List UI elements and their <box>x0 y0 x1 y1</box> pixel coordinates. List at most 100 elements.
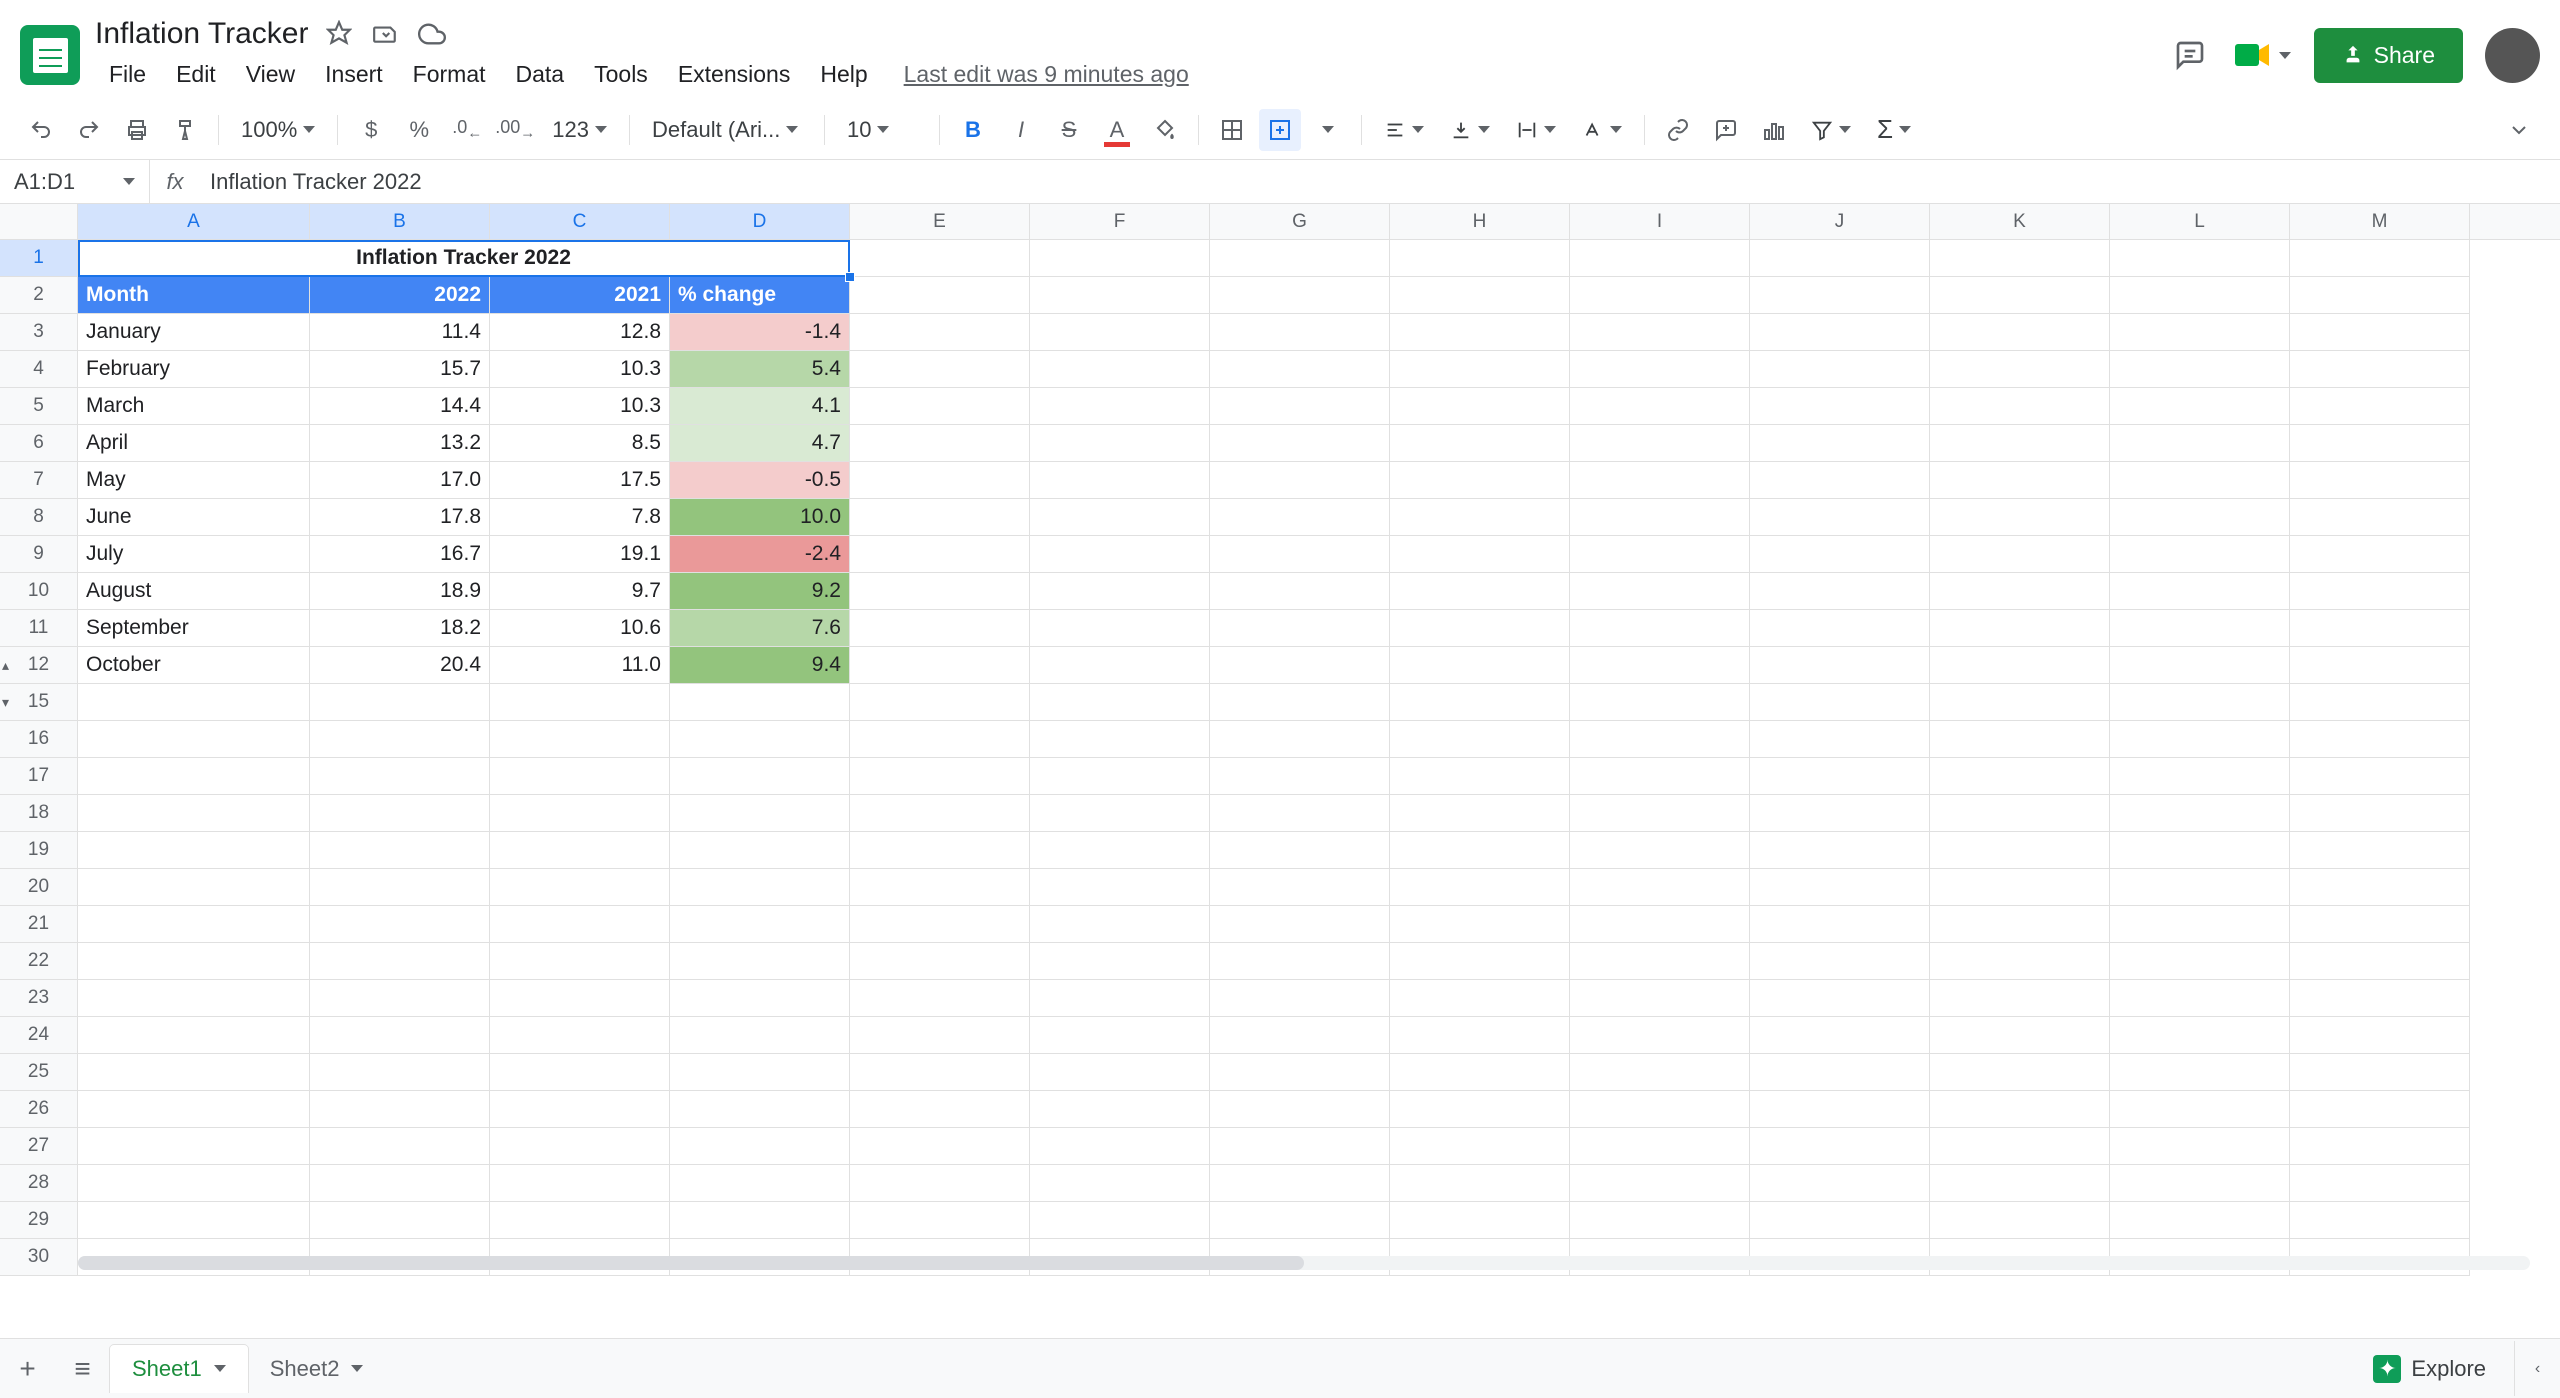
cell[interactable] <box>2290 1017 2470 1054</box>
cell[interactable] <box>1030 684 1210 721</box>
row-header-6[interactable]: 6 <box>0 425 77 462</box>
cell[interactable] <box>850 425 1030 462</box>
cell[interactable] <box>1750 980 1930 1017</box>
header-2021[interactable]: 2021 <box>490 277 670 314</box>
cell[interactable] <box>2290 832 2470 869</box>
horizontal-align-dropdown[interactable] <box>1374 109 1434 151</box>
insert-link-button[interactable] <box>1657 109 1699 151</box>
cell[interactable] <box>850 906 1030 943</box>
cell[interactable] <box>1750 1202 1930 1239</box>
menu-extensions[interactable]: Extensions <box>664 55 805 94</box>
cell[interactable] <box>1930 1202 2110 1239</box>
menu-tools[interactable]: Tools <box>580 55 662 94</box>
cell[interactable] <box>310 980 490 1017</box>
menu-help[interactable]: Help <box>806 55 881 94</box>
cell[interactable] <box>1210 314 1390 351</box>
cell[interactable] <box>1930 314 2110 351</box>
cell[interactable] <box>850 1091 1030 1128</box>
cell[interactable] <box>310 832 490 869</box>
cell[interactable] <box>2290 351 2470 388</box>
merge-dropdown[interactable] <box>1307 109 1349 151</box>
cell[interactable] <box>1390 980 1570 1017</box>
cell[interactable] <box>1570 499 1750 536</box>
select-all-corner[interactable] <box>0 204 78 240</box>
row-header-15[interactable]: 15▾ <box>0 684 77 721</box>
cell[interactable] <box>850 314 1030 351</box>
cell[interactable] <box>78 869 310 906</box>
account-avatar[interactable] <box>2485 28 2540 83</box>
cell[interactable] <box>1210 943 1390 980</box>
text-wrap-dropdown[interactable] <box>1506 109 1566 151</box>
cell[interactable] <box>1390 462 1570 499</box>
cell[interactable] <box>2110 1054 2290 1091</box>
cell[interactable] <box>1390 869 1570 906</box>
cell[interactable] <box>850 943 1030 980</box>
cell[interactable] <box>1570 610 1750 647</box>
all-sheets-button[interactable]: ≡ <box>55 1341 110 1396</box>
cell[interactable] <box>1930 425 2110 462</box>
cell[interactable] <box>670 980 850 1017</box>
cell[interactable] <box>2290 943 2470 980</box>
cell[interactable] <box>2110 1128 2290 1165</box>
cell[interactable] <box>670 1165 850 1202</box>
cell[interactable] <box>1030 943 1210 980</box>
cell[interactable] <box>1210 1017 1390 1054</box>
cell[interactable] <box>78 1054 310 1091</box>
cell[interactable] <box>670 1128 850 1165</box>
cell[interactable] <box>1210 1054 1390 1091</box>
cell[interactable] <box>2290 1128 2470 1165</box>
cells-area[interactable]: Inflation Tracker 2022Month20222021% cha… <box>78 240 2560 1338</box>
cell[interactable] <box>2110 647 2290 684</box>
cell[interactable] <box>1390 906 1570 943</box>
cell[interactable] <box>1750 906 1930 943</box>
cell[interactable] <box>2290 240 2470 277</box>
cell[interactable] <box>1210 980 1390 1017</box>
cell[interactable] <box>850 351 1030 388</box>
cell[interactable] <box>2110 1202 2290 1239</box>
cell[interactable] <box>78 684 310 721</box>
cell[interactable] <box>2110 536 2290 573</box>
meet-icon[interactable] <box>2232 34 2292 76</box>
cell[interactable] <box>490 1128 670 1165</box>
cell[interactable] <box>1210 425 1390 462</box>
cell[interactable] <box>1570 684 1750 721</box>
cell-pct[interactable]: -2.4 <box>670 536 850 573</box>
cell[interactable] <box>670 1017 850 1054</box>
cell[interactable] <box>1750 425 1930 462</box>
cell[interactable] <box>1390 1091 1570 1128</box>
cell[interactable] <box>1390 795 1570 832</box>
cell-2022[interactable]: 17.0 <box>310 462 490 499</box>
cell[interactable] <box>1030 240 1210 277</box>
cell[interactable] <box>1030 1017 1210 1054</box>
cell-2021[interactable]: 11.0 <box>490 647 670 684</box>
cell[interactable] <box>310 1091 490 1128</box>
cell[interactable] <box>310 721 490 758</box>
cell[interactable] <box>2110 721 2290 758</box>
cell[interactable] <box>78 1091 310 1128</box>
cell-month[interactable]: February <box>78 351 310 388</box>
cell-2022[interactable]: 14.4 <box>310 388 490 425</box>
cell[interactable] <box>1390 1165 1570 1202</box>
cell[interactable] <box>2290 721 2470 758</box>
cell[interactable] <box>2290 1054 2470 1091</box>
cell[interactable] <box>1570 1128 1750 1165</box>
cell[interactable] <box>1750 869 1930 906</box>
cell[interactable] <box>1030 832 1210 869</box>
menu-insert[interactable]: Insert <box>311 55 397 94</box>
cell[interactable] <box>1030 610 1210 647</box>
column-header-L[interactable]: L <box>2110 204 2290 239</box>
cell[interactable] <box>2290 647 2470 684</box>
cell-pct[interactable]: 9.4 <box>670 647 850 684</box>
header-month[interactable]: Month <box>78 277 310 314</box>
cell-pct[interactable]: 10.0 <box>670 499 850 536</box>
cell[interactable] <box>850 240 1030 277</box>
cell[interactable] <box>1750 240 1930 277</box>
cell[interactable] <box>1750 684 1930 721</box>
cell[interactable] <box>310 869 490 906</box>
cell-pct[interactable]: 5.4 <box>670 351 850 388</box>
cell[interactable] <box>310 906 490 943</box>
sheet-tab-sheet2[interactable]: Sheet2 <box>248 1345 386 1393</box>
cell[interactable] <box>2110 1091 2290 1128</box>
cell[interactable] <box>1570 425 1750 462</box>
cell[interactable] <box>78 721 310 758</box>
